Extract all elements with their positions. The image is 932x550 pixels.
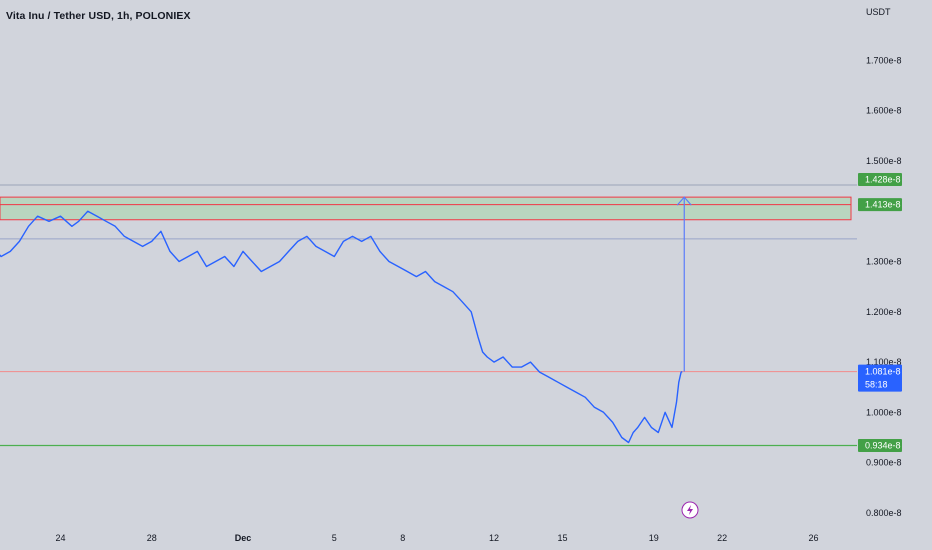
y-tick-label: 1.000e-8 [866, 407, 902, 417]
resistance-zone [0, 196, 852, 221]
series-layer [0, 210, 683, 444]
x-tick-label: 19 [649, 533, 659, 543]
price-line [0, 210, 683, 444]
x-tick-label: 12 [489, 533, 499, 543]
time-axis: 212428Dec581215192226 [55, 533, 818, 543]
x-tick-label: 26 [808, 533, 818, 543]
tag-upper-target-text: 1.428e-8 [865, 175, 901, 185]
y-tick-label: 0.900e-8 [866, 458, 902, 468]
tag-countdown-text: 58:18 [865, 380, 888, 390]
tag-upper-zone-text: 1.413e-8 [865, 200, 901, 210]
tag-support-text: 0.934e-8 [865, 441, 901, 451]
x-tick-label: 5 [332, 533, 337, 543]
y-tick-label: 1.300e-8 [866, 256, 902, 266]
x-tick-label: 8 [400, 533, 405, 543]
x-tick-label: 15 [557, 533, 567, 543]
tag-current-price-text: 1.081e-8 [865, 367, 901, 377]
y-tick-label: 1.600e-8 [866, 106, 902, 116]
y-tick-label: 0.800e-8 [866, 508, 902, 518]
lightning-icon [681, 501, 699, 519]
x-tick-label: 22 [717, 533, 727, 543]
x-tick-label: Dec [235, 533, 252, 543]
chart-canvas[interactable]: USDT 1.700e-8 1.600e-8 1.500e-8 1.300e-8 1.20… [0, 0, 932, 550]
zone-layer [0, 184, 857, 447]
icon-layer [681, 501, 699, 519]
y-tick-label: 1.700e-8 [866, 55, 902, 65]
y-tick-label: 1.500e-8 [866, 156, 902, 166]
x-tick-label: 28 [147, 533, 157, 543]
x-tick-label: 24 [55, 533, 65, 543]
currency-label: USDT [866, 7, 891, 17]
y-tick-label: 1.200e-8 [866, 307, 902, 317]
projection-layer [676, 196, 692, 372]
